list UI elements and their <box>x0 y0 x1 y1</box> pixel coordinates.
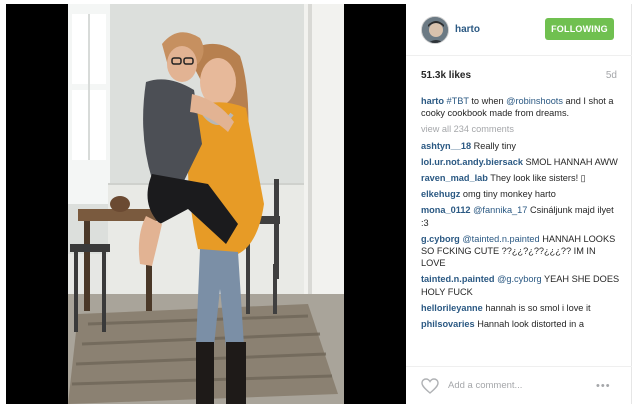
heart-icon[interactable] <box>421 378 439 394</box>
comment-mention[interactable]: @g.cyborg <box>497 274 542 284</box>
comment: lol.ur.not.andy.biersack SMOL HANNAH AWW <box>421 156 621 168</box>
comment-username[interactable]: g.cyborg <box>421 234 460 244</box>
comments-list[interactable]: harto #TBT to when @robinshoots and I sh… <box>421 95 621 363</box>
comment-text: Hannah look distorted in a <box>477 319 584 330</box>
comment: mona_0112 @fannika_17 Csináljunk majd il… <box>421 204 621 228</box>
comment-username[interactable]: elkehugz <box>421 189 460 199</box>
comment-username[interactable]: hellorileyanne <box>421 303 483 313</box>
post-age[interactable]: 5d <box>606 70 617 81</box>
caption-mention[interactable]: @robinshoots <box>506 96 563 106</box>
comment-username[interactable]: lol.ur.not.andy.biersack <box>421 157 523 167</box>
comment-bar: Add a comment... ••• <box>406 366 632 404</box>
comment-mention[interactable]: @fannika_17 <box>473 205 527 215</box>
post-photo[interactable] <box>68 4 344 404</box>
likes-count[interactable]: 51.3k likes <box>421 70 471 81</box>
comment-mention[interactable]: @tainted.n.painted <box>462 234 539 244</box>
view-all-comments-link[interactable]: view all 234 comments <box>421 123 621 135</box>
likes-row: 51.3k likes 5d <box>421 70 617 84</box>
comment: raven_mad_lab They look like sisters! ▯ <box>421 172 621 184</box>
comment-text: Really tiny <box>473 140 517 151</box>
caption-text-a: to when <box>468 96 507 106</box>
instagram-post-modal: harto FOLLOWING 51.3k likes 5d harto #TB… <box>0 0 640 414</box>
comment: philsovaries Hannah look distorted in a <box>421 318 621 330</box>
post-header: harto FOLLOWING <box>406 4 632 56</box>
photo-illustration <box>68 4 344 404</box>
comment-text: omg tiny monkey harto <box>462 189 556 200</box>
caption-hashtag[interactable]: #TBT <box>447 96 469 106</box>
comment: tainted.n.painted @g.cyborg YEAH SHE DOE… <box>421 273 621 297</box>
avatar-image <box>422 17 448 43</box>
comment-username[interactable]: tainted.n.painted <box>421 274 495 284</box>
add-comment-input[interactable]: Add a comment... <box>448 380 522 391</box>
post-username[interactable]: harto <box>455 24 480 35</box>
avatar[interactable] <box>421 16 449 44</box>
following-button[interactable]: FOLLOWING <box>545 18 614 40</box>
comment: hellorileyanne hannah is so smol i love … <box>421 302 621 314</box>
comment-text: SMOL HANNAH AWW <box>525 156 618 167</box>
comment-text: hannah is so smol i love it <box>485 302 591 313</box>
caption: harto #TBT to when @robinshoots and I sh… <box>421 95 621 119</box>
comment: elkehugz omg tiny monkey harto <box>421 188 621 200</box>
comment-username[interactable]: raven_mad_lab <box>421 173 488 183</box>
post-media-pane <box>6 4 406 404</box>
post-details-pane: harto FOLLOWING 51.3k likes 5d harto #TB… <box>406 4 632 404</box>
comment-username[interactable]: philsovaries <box>421 319 475 329</box>
more-options-icon[interactable]: ••• <box>596 380 614 392</box>
comment-text: They look like sisters! ▯ <box>490 173 586 184</box>
heart-icon-glyph <box>421 378 439 394</box>
comment: ashtyn__18 Really tiny <box>421 140 621 152</box>
comment: g.cyborg @tainted.n.painted HANNAH LOOKS… <box>421 233 621 270</box>
caption-username[interactable]: harto <box>421 96 444 106</box>
comment-username[interactable]: ashtyn__18 <box>421 141 471 151</box>
comment-username[interactable]: mona_0112 <box>421 205 471 215</box>
